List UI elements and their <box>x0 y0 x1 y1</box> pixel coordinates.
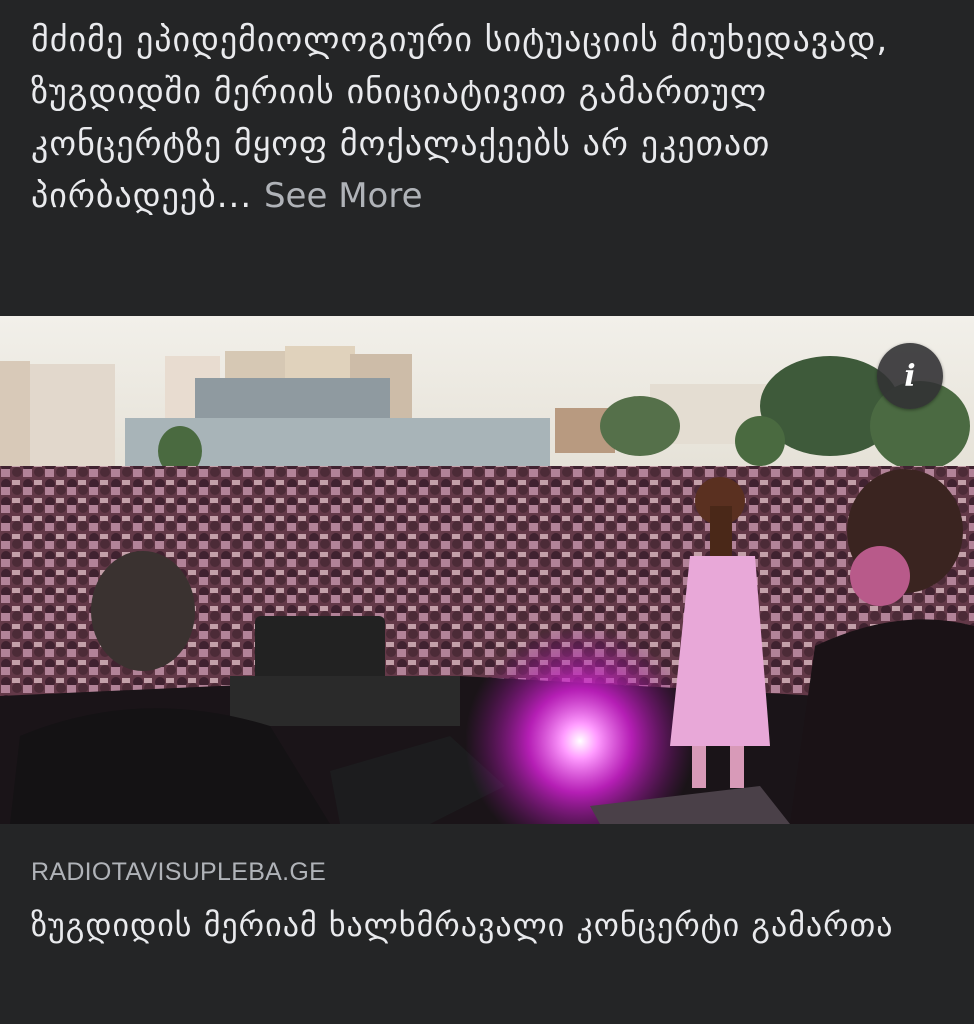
see-more-link[interactable]: See More <box>264 176 423 216</box>
link-title[interactable]: ზუგდიდის მერიამ ხალხმრავალი კონცერტი გამ… <box>31 898 931 952</box>
concert-photo <box>0 316 974 824</box>
link-preview[interactable]: RADIOTAVISUPLEBA.GE ზუგდიდის მერიამ ხალხ… <box>0 824 974 1024</box>
post-text: მძიმე ეპიდემიოლოგიური სიტუაციის მიუხედავ… <box>31 14 931 222</box>
link-domain: RADIOTAVISUPLEBA.GE <box>31 858 327 886</box>
info-button[interactable]: i <box>877 343 943 409</box>
post-image[interactable]: i <box>0 316 974 824</box>
info-icon: i <box>904 358 916 394</box>
post-body: მძიმე ეპიდემიოლოგიური სიტუაციის მიუხედავ… <box>31 20 889 216</box>
